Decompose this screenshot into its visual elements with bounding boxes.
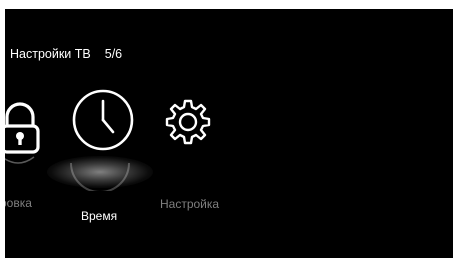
menu-item-label: Настройка [160, 197, 220, 211]
lock-reflection [5, 155, 36, 177]
menu-header: Настройки ТВ 5/6 [10, 47, 122, 61]
tv-settings-screen: Настройки ТВ 5/6 ровка Время [5, 9, 453, 258]
menu-title: Настройки ТВ [10, 47, 91, 61]
page-indicator: 5/6 [104, 47, 123, 61]
lock-icon [5, 102, 40, 154]
menu-item-time[interactable]: Время [65, 85, 145, 225]
menu-item-label: Время [81, 209, 118, 223]
menu-item-lock[interactable]: ровка [5, 99, 50, 210]
gear-icon [165, 99, 211, 145]
menu-item-setup[interactable]: Настройка [159, 97, 239, 217]
clock-icon [72, 89, 134, 151]
menu-item-label: ровка [5, 196, 32, 210]
